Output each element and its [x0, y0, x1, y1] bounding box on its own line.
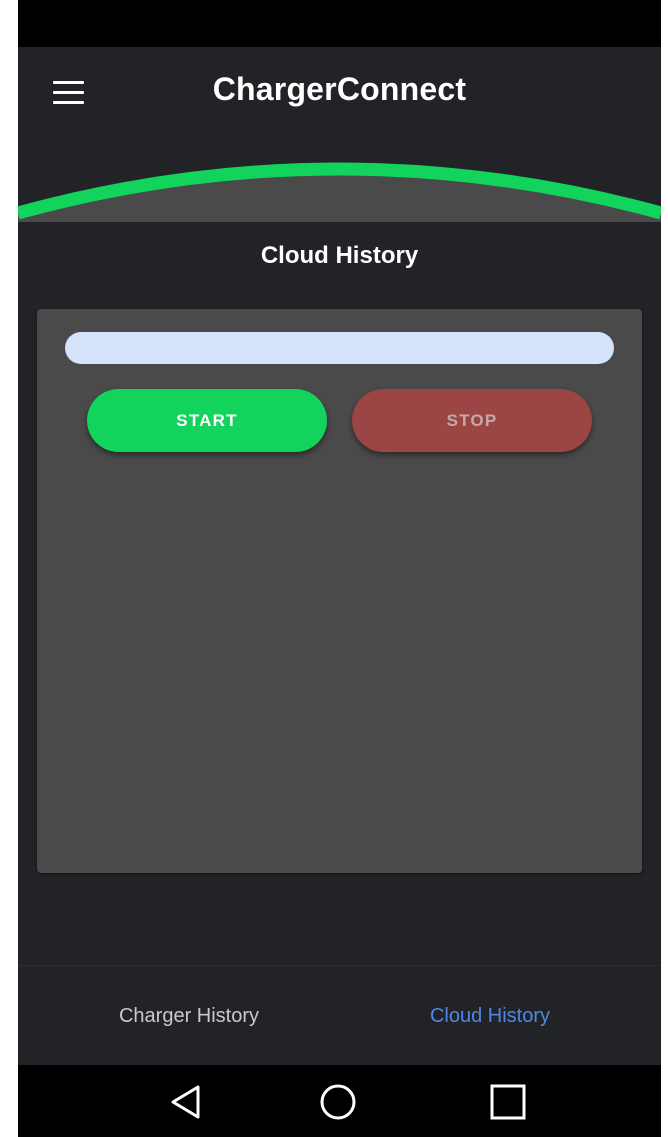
app-bar: ChargerConnect [18, 47, 661, 222]
start-button[interactable]: START [87, 389, 327, 452]
status-bar [18, 0, 661, 47]
page-title: Cloud History [260, 242, 419, 269]
header-arc-decoration [18, 162, 661, 222]
progress-bar [65, 332, 614, 364]
back-button[interactable] [142, 1065, 232, 1137]
tab-charger-history[interactable]: Charger History [28, 966, 350, 1066]
back-triangle-icon [171, 1085, 200, 1119]
app-screen: ChargerConnect Cloud History START STOP … [18, 0, 661, 1137]
bottom-navigation: Charger History Cloud History [18, 965, 661, 1066]
home-circle-icon [320, 1084, 356, 1120]
stop-button[interactable]: STOP [352, 389, 592, 452]
recents-button[interactable] [463, 1065, 553, 1137]
tab-cloud-history[interactable]: Cloud History [329, 966, 651, 1066]
recents-square-icon [490, 1084, 526, 1120]
system-navigation-bar [18, 1065, 661, 1137]
app-title: ChargerConnect [212, 71, 467, 107]
home-button[interactable] [293, 1065, 383, 1137]
history-card: START STOP [37, 309, 642, 873]
